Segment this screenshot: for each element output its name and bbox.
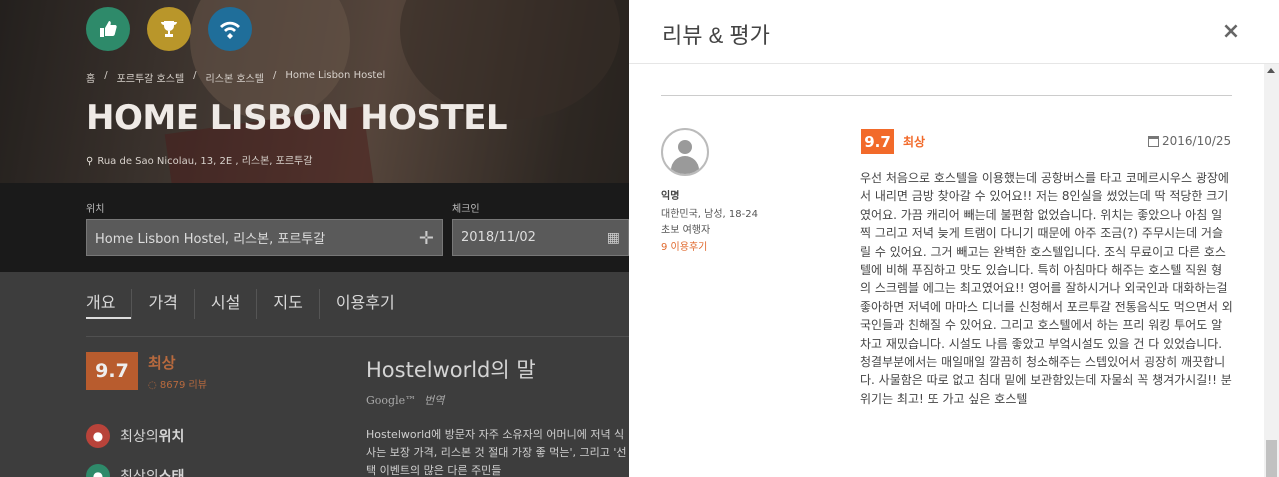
thumbs-up-icon	[86, 7, 130, 51]
trophy-icon	[147, 7, 191, 51]
wifi-icon	[208, 7, 252, 51]
breadcrumb-city[interactable]: 리스본 호스텔	[206, 70, 264, 85]
breadcrumb-current: Home Lisbon Hostel	[285, 70, 386, 81]
review-date: 2016/10/25	[1148, 134, 1231, 148]
scroll-up-arrow-icon[interactable]	[1267, 68, 1275, 73]
reviewer-name: 익명	[661, 191, 680, 202]
scrollbar-thumb[interactable]	[1266, 440, 1277, 477]
review-score: 9.7	[861, 129, 894, 154]
panel-header: 리뷰 & 평가 ×	[629, 0, 1279, 64]
breadcrumb: 홈 / 포르투갈 호스텔 / 리스본 호스텔 / Home Lisbon Hos…	[86, 70, 386, 85]
address: ⚲ Rua de Sao Nicolau, 13, 2E , 리스본, 포르투갈	[86, 152, 312, 167]
page-title: HOME LISBON HOSTEL	[86, 98, 508, 138]
close-button[interactable]: ×	[1219, 20, 1243, 44]
avatar	[661, 128, 709, 176]
divider	[661, 95, 1232, 96]
map-pin-icon: ⚲	[86, 156, 94, 167]
reviewer-review-count[interactable]: 9 이용후기	[661, 238, 707, 253]
reviewer-info: 대한민국, 남성, 18-24	[661, 209, 758, 220]
review-text: 우선 처음으로 호스텔을 이용했는데 공항버스를 타고 코메르시우스 광장에서 …	[860, 171, 1233, 406]
calendar-icon	[1148, 135, 1159, 147]
review-date-text: 2016/10/25	[1162, 134, 1232, 148]
review-panel: 리뷰 & 평가 × 익명 대한민국, 남성, 18-24 초보 여행자 9 이용…	[629, 0, 1279, 477]
scrollbar[interactable]	[1264, 64, 1279, 477]
breadcrumb-country[interactable]: 포르투갈 호스텔	[117, 70, 185, 85]
panel-title: 리뷰 & 평가	[662, 23, 770, 48]
address-text: Rua de Sao Nicolau, 13, 2E , 리스본, 포르투갈	[97, 156, 313, 167]
breadcrumb-home[interactable]: 홈	[86, 70, 95, 85]
reviewer-type: 초보 여행자	[661, 225, 711, 236]
review-rating-word: 최상	[903, 135, 926, 149]
